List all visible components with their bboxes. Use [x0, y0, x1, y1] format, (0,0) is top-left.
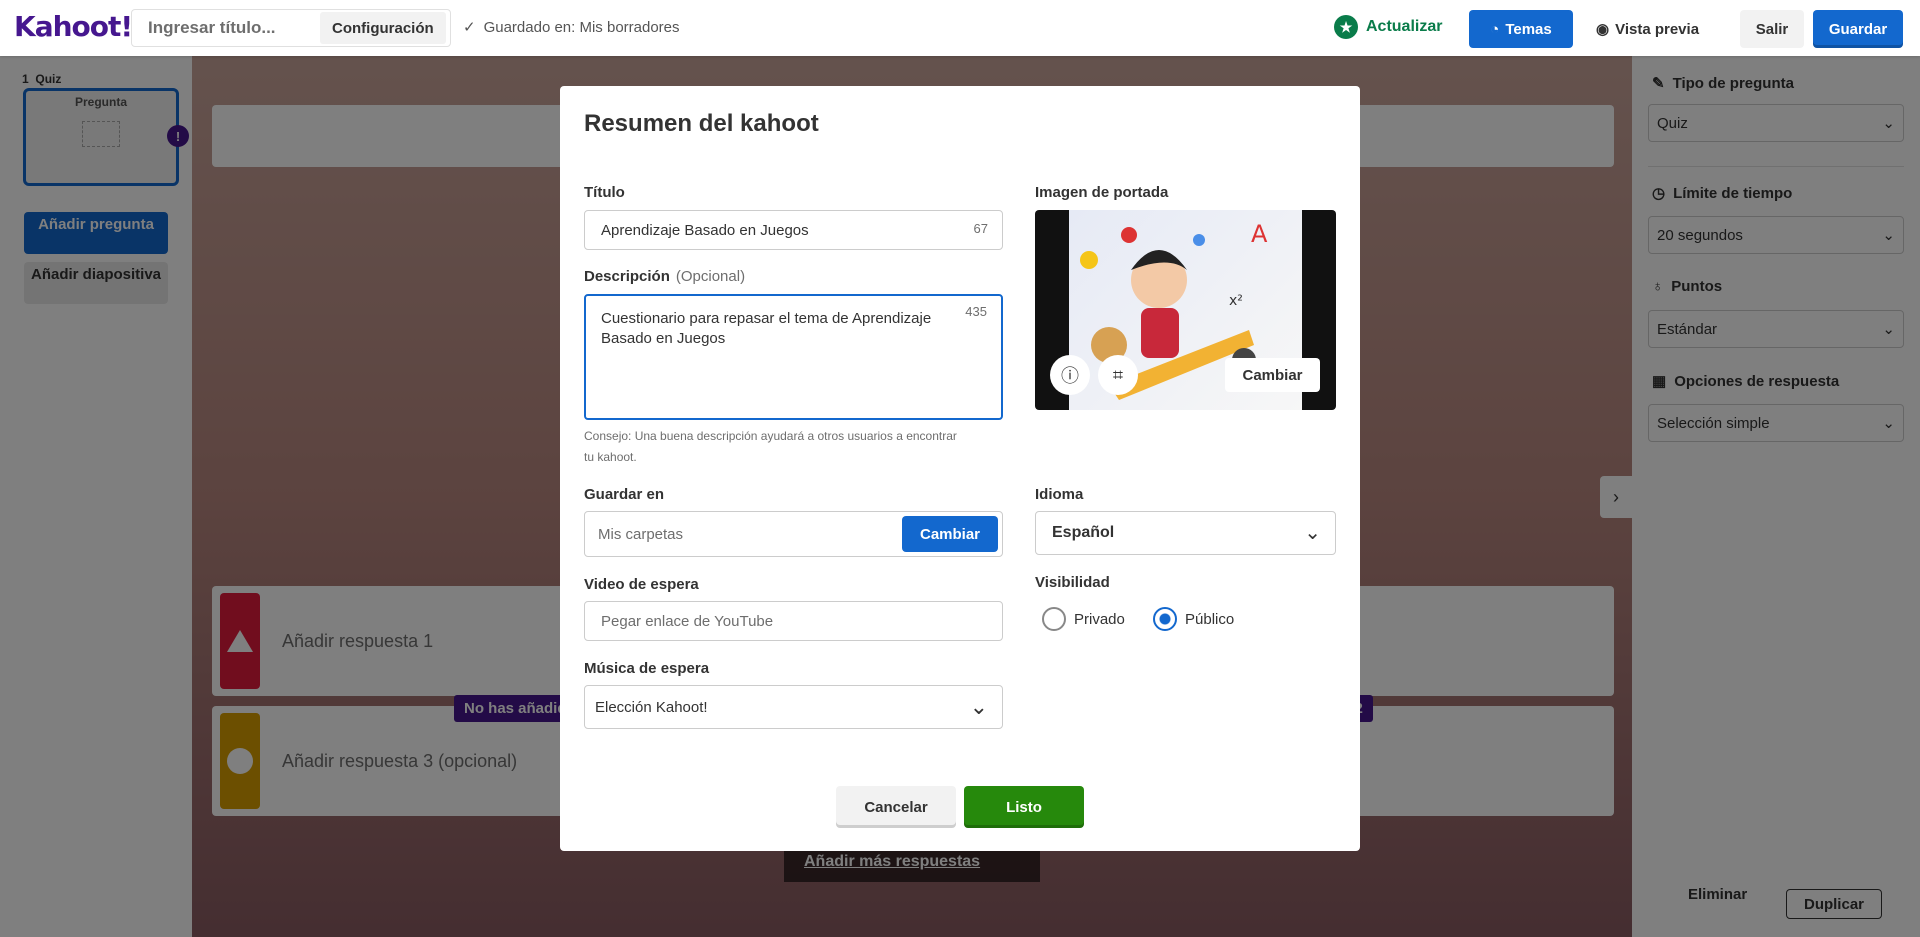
dialog-title: Resumen del kahoot	[584, 110, 819, 137]
youtube-link-input[interactable]: Pegar enlace de YouTube	[584, 601, 1003, 641]
save-in-label: Guardar en	[584, 486, 665, 503]
chevron-down-icon: ⌄	[1304, 522, 1321, 544]
description-value: Cuestionario para repasar el tema de Apr…	[601, 310, 932, 347]
preview-button[interactable]: ◉ Vista previa	[1590, 10, 1705, 48]
save-button[interactable]: Guardar	[1813, 10, 1903, 48]
optional-tag: (Opcional)	[675, 268, 746, 285]
upgrade-label: Actualizar	[1366, 18, 1443, 35]
saved-label: Guardado en: Mis borradores	[483, 18, 680, 36]
svg-text:A: A	[1251, 220, 1268, 248]
star-icon: ★	[1334, 15, 1358, 39]
public-label: Público	[1185, 610, 1235, 628]
kahoot-logo[interactable]: Kahoot!	[14, 10, 133, 43]
cancel-button[interactable]: Cancelar	[836, 786, 956, 828]
language-label: Idioma	[1035, 486, 1084, 503]
svg-text:x²: x²	[1229, 293, 1243, 309]
kahoot-summary-dialog: Resumen del kahoot Título Aprendizaje Ba…	[560, 86, 1360, 851]
info-icon[interactable]: ⓘ	[1050, 355, 1090, 395]
lobby-music-label: Música de espera	[584, 660, 710, 677]
title-field[interactable]: Aprendizaje Basado en Juegos 67	[584, 210, 1003, 250]
themes-label: Temas	[1505, 20, 1552, 38]
saved-status: ✓ Guardado en: Mis borradores	[463, 18, 680, 37]
done-button[interactable]: Listo	[964, 786, 1084, 828]
lobby-music-select[interactable]: Elección Kahoot! ⌄	[584, 685, 1003, 729]
visibility-label: Visibilidad	[1035, 574, 1110, 591]
check-icon: ✓	[463, 19, 476, 36]
save-in-field: Mis carpetas Cambiar	[584, 511, 1003, 557]
language-select[interactable]: Español ⌄	[1035, 511, 1336, 555]
description-field[interactable]: Cuestionario para repasar el tema de Apr…	[584, 294, 1003, 420]
visibility-private-radio[interactable]: Privado	[1042, 607, 1125, 631]
eye-icon: ◉	[1596, 21, 1610, 38]
crop-icon[interactable]: ⌗	[1098, 355, 1138, 395]
private-label: Privado	[1074, 610, 1125, 628]
top-bar: Kahoot! Ingresar título... Configuración…	[0, 0, 1920, 56]
preview-label: Vista previa	[1615, 20, 1700, 38]
title-input-box[interactable]: Ingresar título... Configuración	[131, 9, 451, 47]
description-counter: 435	[965, 304, 987, 319]
youtube-placeholder: Pegar enlace de YouTube	[601, 613, 774, 630]
save-in-value: Mis carpetas	[598, 526, 684, 543]
description-label: Descripción	[584, 268, 670, 285]
radio-checked-icon	[1153, 607, 1177, 631]
title-input[interactable]: Ingresar título...	[132, 18, 320, 38]
description-hint: Consejo: Una buena descripción ayudará a…	[584, 429, 957, 464]
title-counter: 67	[973, 221, 988, 236]
chevron-down-icon: ⌄	[969, 694, 988, 719]
lobby-music-value: Elección Kahoot!	[595, 699, 708, 716]
title-value: Aprendizaje Basado en Juegos	[601, 222, 809, 239]
themes-button[interactable]: ◔ Temas	[1469, 10, 1573, 48]
title-field-label: Título	[584, 184, 625, 201]
change-cover-button[interactable]: Cambiar	[1225, 358, 1320, 392]
visibility-public-radio[interactable]: Público	[1153, 607, 1234, 631]
exit-button[interactable]: Salir	[1740, 10, 1804, 48]
radio-unchecked-icon	[1042, 607, 1066, 631]
upgrade-button[interactable]: ★ Actualizar	[1334, 15, 1442, 39]
change-folder-button[interactable]: Cambiar	[902, 516, 998, 552]
palette-icon: ◔	[1490, 20, 1500, 38]
lobby-video-label: Video de espera	[584, 576, 699, 593]
settings-button[interactable]: Configuración	[320, 12, 446, 44]
cover-image-label: Imagen de portada	[1035, 184, 1169, 201]
language-value: Español	[1052, 524, 1115, 541]
cover-image: A x² ⓘ ⌗ Cambiar	[1035, 210, 1336, 410]
description-field-label: Descripción (Opcional)	[584, 268, 745, 285]
